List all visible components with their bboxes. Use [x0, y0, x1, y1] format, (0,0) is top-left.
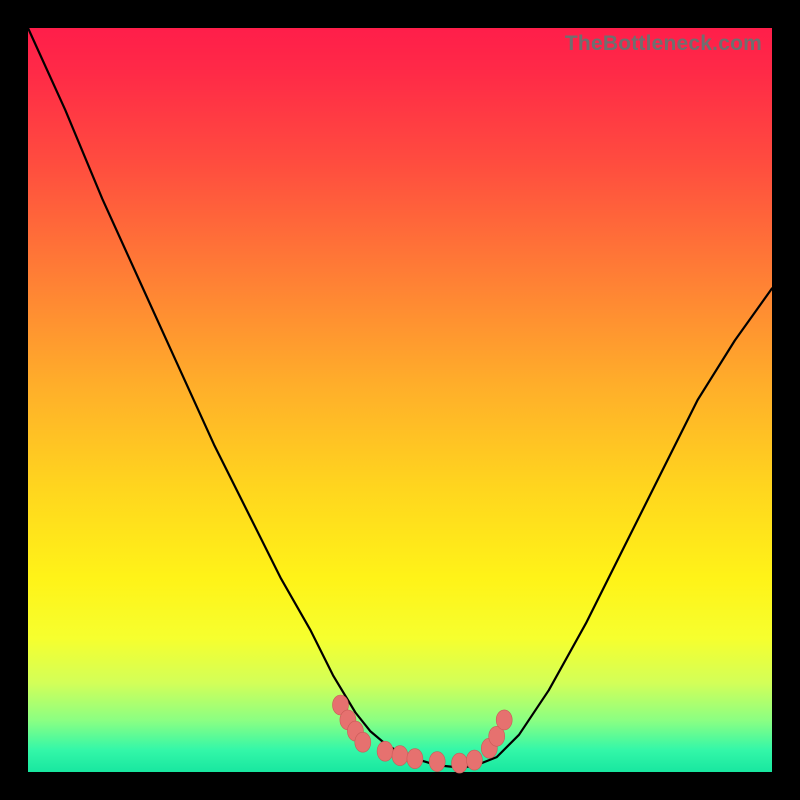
valley-dot — [355, 732, 371, 752]
valley-dot — [392, 746, 408, 766]
bottleneck-curve — [28, 28, 772, 768]
valley-dot — [466, 750, 482, 770]
valley-dot — [407, 749, 423, 769]
valley-dot — [496, 710, 512, 730]
plot-area: TheBottleneck.com — [28, 28, 772, 772]
valley-dot — [377, 741, 393, 761]
valley-dot — [429, 752, 445, 772]
curve-svg — [28, 28, 772, 772]
chart-frame: TheBottleneck.com — [0, 0, 800, 800]
valley-dot — [452, 753, 468, 773]
